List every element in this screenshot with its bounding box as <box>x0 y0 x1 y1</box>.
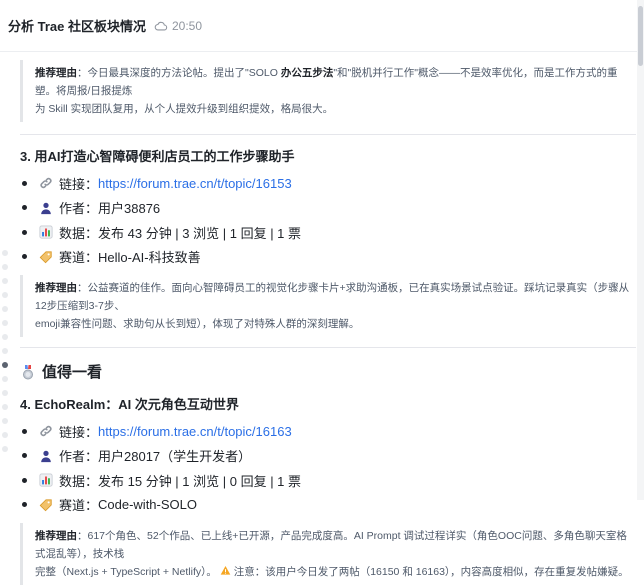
topic-title: 4. EchoRealm：AI 次元角色互动世界 <box>20 397 239 412</box>
time-text: 20:50 <box>171 18 202 33</box>
recommend-quote-2: 推荐理由：今日最具深度的方法论帖。提出了"SOLO 办公五步法"和"脱机并行工作… <box>20 60 636 122</box>
medal-icon <box>23 364 33 379</box>
author-label: 作者： <box>59 201 99 217</box>
quote-line: emoji兼容性问题、求助句从长到短），体现了对特殊人群的深刻理解。 <box>35 318 360 330</box>
list-item: 作者： 用户38876 <box>20 196 636 221</box>
data-value: 发布 15 分钟 | 1 浏览 | 0 回复 | 1 票 <box>98 473 302 489</box>
author-value: 用户28017（学生开发者） <box>98 449 252 465</box>
person-icon <box>41 202 51 214</box>
bullet <box>22 453 27 459</box>
topic-details: 链接： https://forum.trae.cn/t/topic/16163 … <box>20 419 636 517</box>
link-label: 链接： <box>59 424 99 440</box>
chat-header: 分析 Trae 社区板块情况 20:50 <box>0 0 644 52</box>
scrollbar[interactable] <box>637 0 644 500</box>
quote-label: 推荐理由 <box>35 282 77 294</box>
outline-dot[interactable] <box>2 348 8 354</box>
track-label: 赛道： <box>59 498 99 514</box>
quote-line: 为 Skill 实现团队复用，从个人提效升级到组织提效，格局很大。 <box>35 103 334 115</box>
recommend-quote-3: 推荐理由：公益赛道的佳作。面向心智障碍员工的视觉化步骤卡片+求助沟通板，已在真实… <box>20 275 636 337</box>
track-label: 赛道： <box>59 250 99 266</box>
outline-dot[interactable] <box>2 278 8 284</box>
quote-bold: 办公五步法 <box>280 67 334 79</box>
section-title: 值得一看 <box>42 364 103 381</box>
quote-text: ：今日最具深度的方法论帖。提出了"SOLO <box>77 67 281 79</box>
bullet <box>22 502 27 508</box>
quote-label: 推荐理由 <box>35 67 77 79</box>
outline-dot[interactable] <box>2 446 8 452</box>
outline-dot[interactable] <box>2 334 8 340</box>
outline-dot[interactable] <box>2 292 8 298</box>
data-value: 发布 43 分钟 | 3 浏览 | 1 回复 | 1 票 <box>98 225 302 241</box>
list-item: 赛道： Hello-AI-科技致善 <box>20 245 636 270</box>
outline-dot[interactable] <box>2 432 8 438</box>
quote-text: 完整（Next.js + TypeScript + Netlify）。 <box>35 566 217 578</box>
tag-icon <box>39 251 52 264</box>
link-icon <box>40 426 52 437</box>
bullet <box>22 254 27 260</box>
quote-text: ：公益赛道的佳作。面向心智障碍员工的视觉化步骤卡片+求助沟通板，已在真实场景试点… <box>35 282 630 312</box>
bullet <box>22 477 27 483</box>
topic-details: 链接： https://forum.trae.cn/t/topic/16153 … <box>20 171 636 269</box>
topic-link[interactable]: https://forum.trae.cn/t/topic/16153 <box>98 176 292 191</box>
link-icon <box>40 178 52 189</box>
quote-label: 推荐理由 <box>35 530 77 542</box>
list-item: 数据： 发布 43 分钟 | 3 浏览 | 1 回复 | 1 票 <box>20 220 636 245</box>
outline-dot-active[interactable] <box>2 362 8 368</box>
quote-warning-text: 注意：该用户今日发了两帖（16150 和 16163），内容高度相似，存在重复发… <box>233 566 629 578</box>
outline-dot[interactable] <box>2 404 8 410</box>
bullet <box>22 180 27 186</box>
outline-navigator[interactable] <box>2 250 10 460</box>
link-label: 链接： <box>59 176 99 192</box>
divider <box>20 347 636 348</box>
list-item: 数据： 发布 15 分钟 | 1 浏览 | 0 回复 | 1 票 <box>20 468 636 493</box>
list-item: 赛道： Code-with-SOLO <box>20 493 636 518</box>
bullet <box>22 428 27 434</box>
author-value: 用户38876 <box>98 201 161 217</box>
list-item: 链接： https://forum.trae.cn/t/topic/16153 <box>20 171 636 196</box>
quote-line: 推荐理由：今日最具深度的方法论帖。提出了"SOLO 办公五步法"和"脱机并行工作… <box>35 64 636 100</box>
section-heading: 值得一看 <box>20 361 636 382</box>
quote-text: ：617个角色、52个作品、已上线+已开源，产品完成度高。AI Prompt 调… <box>35 530 627 560</box>
outline-dot[interactable] <box>2 264 8 270</box>
recommend-quote-4: 推荐理由：617个角色、52个作品、已上线+已开源，产品完成度高。AI Prom… <box>20 523 636 585</box>
list-item: 链接： https://forum.trae.cn/t/topic/16163 <box>20 419 636 444</box>
quote-line: 推荐理由：617个角色、52个作品、已上线+已开源，产品完成度高。AI Prom… <box>35 527 636 563</box>
outline-dot[interactable] <box>2 418 8 424</box>
outline-dot[interactable] <box>2 376 8 382</box>
chat-time: 20:50 <box>154 19 202 33</box>
bar-chart-icon <box>39 473 53 487</box>
topic-title: 3. 用AI打造心智障碍便利店员工的工作步骤助手 <box>20 149 295 164</box>
data-label: 数据： <box>59 225 99 241</box>
author-label: 作者： <box>59 449 99 465</box>
outline-dot[interactable] <box>2 250 8 256</box>
warning-icon <box>220 566 231 575</box>
outline-dot[interactable] <box>2 306 8 312</box>
quote-line: 完整（Next.js + TypeScript + Netlify）。 注意：该… <box>35 563 636 581</box>
person-icon <box>41 450 51 462</box>
track-value: Hello-AI-科技致善 <box>98 250 201 266</box>
bullet <box>22 205 27 211</box>
bar-chart-icon <box>39 225 53 239</box>
bullet <box>22 229 27 235</box>
scrollbar-thumb[interactable] <box>638 6 643 66</box>
outline-dot[interactable] <box>2 320 8 326</box>
cloud-icon <box>154 21 168 30</box>
chat-title: 分析 Trae 社区板块情况 <box>8 19 146 34</box>
outline-dot[interactable] <box>2 390 8 396</box>
topic-link[interactable]: https://forum.trae.cn/t/topic/16163 <box>98 424 292 439</box>
quote-line: 推荐理由：公益赛道的佳作。面向心智障碍员工的视觉化步骤卡片+求助沟通板，已在真实… <box>35 279 636 315</box>
list-item: 作者： 用户28017（学生开发者） <box>20 444 636 469</box>
message-content: 推荐理由：今日最具深度的方法论帖。提出了"SOLO 办公五步法"和"脱机并行工作… <box>20 52 636 585</box>
data-label: 数据： <box>59 473 99 489</box>
divider <box>20 134 636 135</box>
